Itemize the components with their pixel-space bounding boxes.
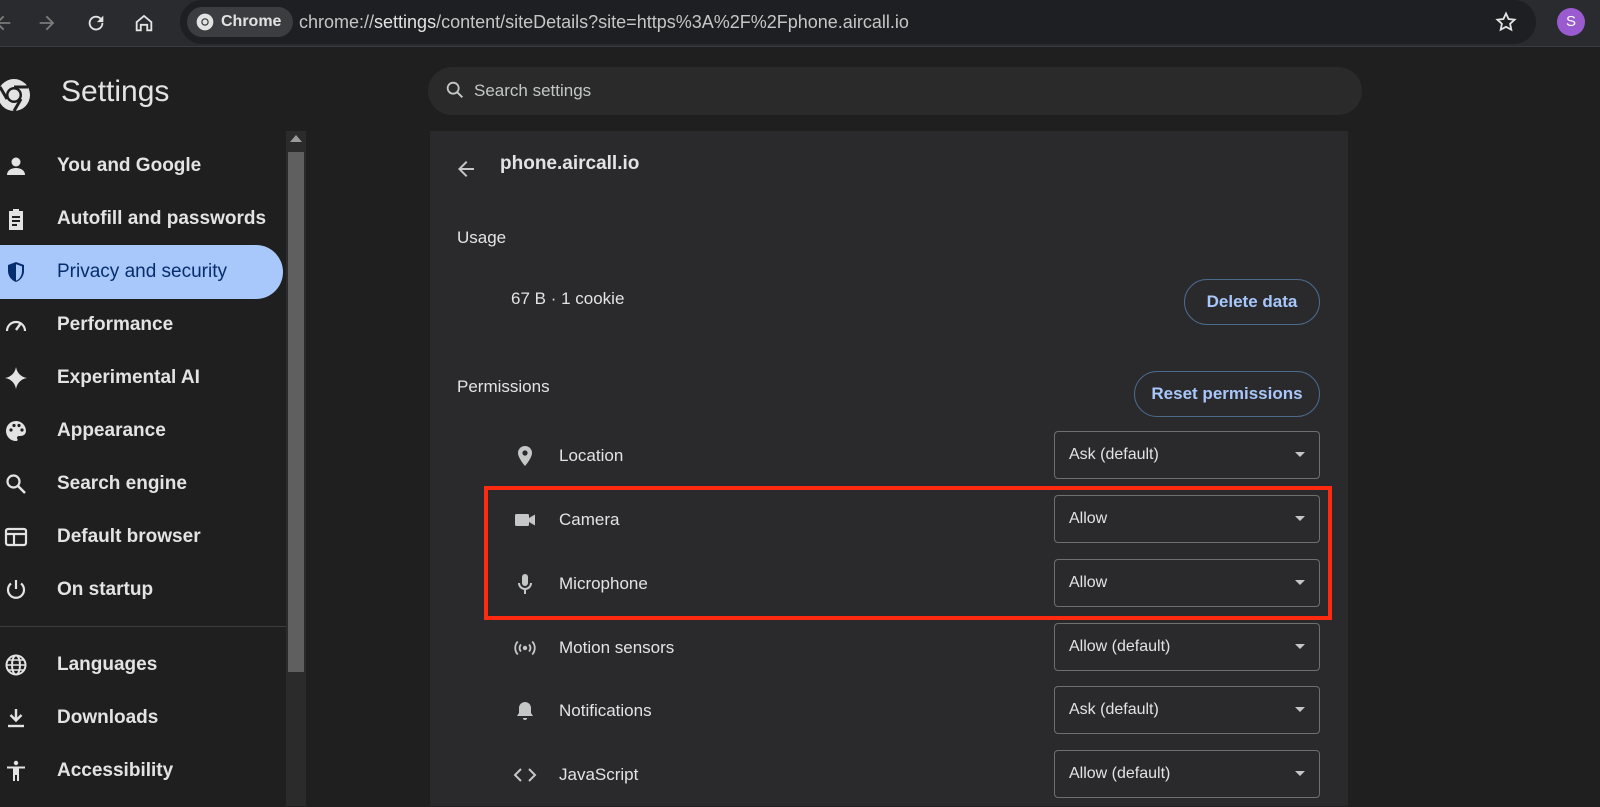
search-input[interactable]: Search settings [428,67,1362,115]
sidebar-scroll-thumb[interactable] [288,152,304,672]
home-icon [135,14,153,32]
sidebar-item-label: Languages [57,654,158,675]
forward-nav-button[interactable] [30,6,64,40]
url-path: /content/siteDetails?site=https%3A%2F%2F… [436,12,909,32]
globe-icon [5,654,27,676]
sidebar-item-label: Performance [57,314,174,335]
sidebar-item-label: You and Google [57,155,202,176]
shield-icon [8,262,24,282]
search-icon [6,474,26,494]
dropdown-arrow-icon [1295,707,1305,712]
accessibility-icon [7,760,25,781]
permission-row-notifications: Notifications Ask (default) [430,679,1348,743]
dropdown-arrow-icon [1295,771,1305,776]
javascript-select[interactable]: Allow (default) [1054,750,1320,798]
bookmark-star-icon[interactable] [1494,10,1518,34]
code-icon [513,768,537,782]
sidebar-item-appearance[interactable]: Appearance [0,404,283,458]
home-button[interactable] [127,6,161,40]
person-icon [7,157,25,175]
usage-heading: Usage [457,228,507,247]
back-arrow-icon[interactable] [454,157,478,181]
arrow-left-icon [0,15,11,31]
permission-label: Location [559,446,624,465]
sidebar-item-accessibility[interactable]: Accessibility [0,744,283,798]
permission-row-location: Location Ask (default) [430,424,1348,488]
location-select[interactable]: Ask (default) [1054,431,1320,479]
select-value: Ask (default) [1069,446,1159,463]
site-details-card: phone.aircall.io Usage 67 B · 1 cookie D… [430,131,1348,806]
clipboard-icon [9,209,23,230]
download-icon [8,709,24,728]
sidebar-item-performance[interactable]: Performance [0,298,283,352]
url-scheme: chrome:// [299,12,375,32]
permission-label: JavaScript [559,765,639,784]
sidebar-item-label: Autofill and passwords [57,208,267,229]
reset-permissions-button[interactable]: Reset permissions [1134,371,1320,417]
sidebar-item-default-browser[interactable]: Default browser [0,510,283,564]
sidebar-item-label: Downloads [57,707,159,728]
dropdown-arrow-icon [1295,452,1305,457]
sidebar-item-label: Default browser [57,526,201,547]
permission-row-motion-sensors: Motion sensors Allow (default) [430,616,1348,680]
arrow-right-icon [39,15,55,31]
chrome-chip[interactable]: Chrome [187,7,294,37]
sidebar-item-languages[interactable]: Languages [0,638,283,692]
site-name: phone.aircall.io [500,153,640,174]
sidebar-item-downloads[interactable]: Downloads [0,691,283,745]
power-icon [6,580,26,599]
usage-value: 67 B · 1 cookie [511,289,625,308]
url-host: settings [374,12,437,32]
browser-toolbar: Chrome chrome://settings/content/siteDet… [0,0,1600,47]
permission-label: Motion sensors [559,638,675,657]
search-placeholder: Search settings [474,81,592,100]
sidebar-item-label: Search engine [57,473,187,494]
highlight-box [484,486,1332,620]
settings-header: Settings Search settings [0,47,1600,131]
browser-icon [4,527,28,547]
sparkle-icon [5,367,27,389]
sidebar-item-label: Accessibility [57,760,174,781]
back-nav-button[interactable] [0,6,20,40]
dropdown-arrow-icon [1295,644,1305,649]
sidebar-item-label: Privacy and security [57,261,228,282]
search-icon [446,81,464,99]
speedometer-icon [5,320,27,332]
address-bar[interactable]: Chrome chrome://settings/content/siteDet… [180,0,1536,44]
sidebar-item-search-engine[interactable]: Search engine [0,457,283,511]
sidebar: You and Google Autofill and passwords Pr… [0,131,286,806]
sidebar-item-label: Appearance [57,420,166,441]
permission-row-javascript: JavaScript Allow (default) [430,743,1348,807]
sidebar-item-label: Experimental AI [57,367,200,388]
chip-label: Chrome [221,13,282,30]
sidebar-item-you-and-google[interactable]: You and Google [0,139,283,193]
location-pin-icon [518,446,532,466]
bell-icon [517,702,533,720]
select-value: Allow (default) [1069,765,1171,782]
sidebar-item-label: On startup [57,579,154,600]
url-text[interactable]: chrome://settings/content/siteDetails?si… [299,0,909,44]
select-value: Ask (default) [1069,701,1159,718]
sidebar-divider [0,626,286,627]
sidebar-item-privacy-and-security[interactable]: Privacy and security [0,245,283,299]
chrome-logo-icon [196,13,214,31]
permissions-heading: Permissions [457,377,550,396]
palette-icon [6,421,26,441]
sidebar-item-experimental-ai[interactable]: Experimental AI [0,351,283,405]
permission-label: Notifications [559,701,652,720]
page-title: Settings [61,75,170,108]
reload-button[interactable] [79,6,113,40]
profile-avatar[interactable]: S [1557,8,1585,36]
sidebar-item-on-startup[interactable]: On startup [0,563,283,617]
sidebar-item-autofill[interactable]: Autofill and passwords [0,192,283,246]
scroll-up-arrow-icon[interactable] [290,135,302,142]
motion-sensors-select[interactable]: Allow (default) [1054,623,1320,671]
notifications-select[interactable]: Ask (default) [1054,686,1320,734]
motion-sensors-icon [514,640,536,656]
chrome-logo-icon [0,79,30,112]
delete-data-button[interactable]: Delete data [1184,279,1320,325]
reload-icon [88,15,104,31]
select-value: Allow (default) [1069,638,1171,655]
